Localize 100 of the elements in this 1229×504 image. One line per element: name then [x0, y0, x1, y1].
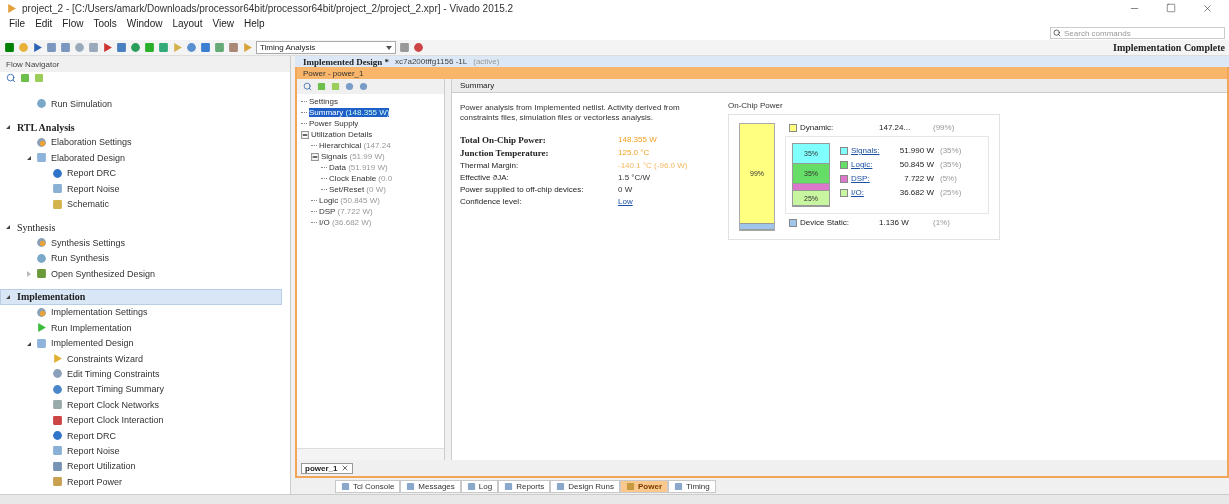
panel-tab[interactable]: Timing [668, 479, 716, 493]
nav-item[interactable]: Report Clock Interaction [67, 415, 164, 426]
nav-item[interactable]: Run Implementation [51, 322, 132, 333]
legend-link[interactable]: DSP: [851, 174, 870, 183]
panel-tab[interactable]: Log [460, 479, 499, 493]
toolbar-icon [130, 42, 141, 53]
collapse-icon[interactable] [5, 224, 11, 231]
panel-tab[interactable]: Reports [498, 479, 551, 493]
nav-item[interactable]: Report Noise [67, 445, 120, 456]
tree-item[interactable]: Power Supply [309, 119, 359, 128]
toolbar-icon [214, 42, 225, 53]
nav-group[interactable]: Implementation [0, 289, 282, 305]
field-label: Total On-Chip Power: [460, 135, 547, 145]
collapse-icon[interactable] [5, 124, 11, 131]
panel-tab[interactable]: Messages [400, 479, 461, 493]
tab-icon [406, 481, 416, 491]
nav-item[interactable]: Elaboration Settings [51, 137, 132, 148]
tree-item[interactable]: DSP (7.722 W) [319, 207, 373, 216]
layout-dropdown[interactable]: Timing Analysis [256, 41, 396, 54]
tree-item[interactable]: Data (51.919 W) [329, 163, 388, 172]
nav-item[interactable]: Constraints Wizard [67, 353, 144, 364]
search-icon[interactable] [303, 82, 312, 91]
nav-item[interactable]: Schematic [67, 199, 110, 210]
nav-item[interactable]: Report Clock Networks [67, 399, 160, 410]
toolbar-icon [88, 42, 99, 53]
nav-item[interactable]: Report Noise [67, 183, 120, 194]
menu-item[interactable]: Flow [57, 16, 89, 31]
menu-item[interactable]: File [4, 16, 31, 31]
tree-item[interactable]: Settings [309, 97, 338, 106]
tab-icon [556, 481, 566, 491]
maximize-icon[interactable] [1166, 3, 1176, 13]
legend-link[interactable]: Signals: [851, 146, 880, 155]
status-text: Implementation Complete [1113, 42, 1225, 53]
nav-item[interactable]: Implementation Settings [51, 307, 148, 318]
legend-percent: (1%) [933, 218, 951, 227]
tab-icon [674, 481, 684, 491]
toolbar-icon [399, 42, 410, 53]
search-field[interactable]: Search commands [1050, 27, 1225, 39]
tab-icon [626, 481, 635, 491]
tree-item[interactable]: Utilization Details [311, 130, 373, 139]
toolbar-icon [200, 42, 211, 53]
nav-item[interactable]: Report DRC [67, 430, 116, 441]
tree-item[interactable]: Clock Enable (0.0 [329, 174, 393, 183]
tree-item[interactable]: Signals (51.99 W) [321, 152, 385, 161]
nav-group[interactable]: Synthesis [0, 219, 282, 236]
legend-link[interactable]: I/O: [851, 188, 864, 197]
collapse-icon[interactable] [5, 294, 11, 300]
logo-icon [6, 2, 17, 14]
tree-item[interactable]: Hierarchical (147.24 [319, 141, 391, 150]
search-icon [1053, 29, 1061, 37]
collapse-icon[interactable] [311, 152, 319, 161]
menu-item[interactable]: Window [121, 16, 168, 31]
nav-item[interactable]: Report Utilization [67, 461, 136, 472]
collapse-icon[interactable] [26, 340, 32, 347]
nav-item[interactable]: Open Synthesized Design [51, 268, 156, 279]
legend-link[interactable]: Logic: [851, 160, 873, 169]
legend-percent: (25%) [940, 188, 962, 197]
collapse-icon[interactable] [301, 130, 309, 139]
nav-item[interactable]: Report DRC [67, 168, 116, 179]
section-title: Summary [460, 81, 495, 90]
design-state: (active) [473, 57, 500, 66]
toolbar-icon [74, 42, 85, 53]
nav-item[interactable]: Edit Timing Constraints [67, 368, 160, 379]
tab-icon [341, 481, 350, 491]
nav-item[interactable]: Report Timing Summary [67, 384, 165, 395]
menu-item[interactable]: Help [238, 16, 270, 31]
panel-tab[interactable]: Tcl Console [335, 479, 401, 493]
play-icon [36, 322, 47, 334]
panel-tab[interactable]: Design Runs [550, 479, 620, 493]
menu-item[interactable]: View [207, 16, 239, 31]
tree-item[interactable]: Summary (148.355 W) [309, 108, 390, 117]
field-label: Effective ϑJA: [460, 173, 510, 182]
nav-item[interactable]: Synthesis Settings [51, 237, 126, 248]
field-value: 148.355 W [618, 135, 658, 145]
close-icon[interactable] [341, 464, 350, 472]
nav-item[interactable]: Implemented Design [51, 338, 134, 349]
panel-title: Flow Navigator [6, 59, 60, 69]
nav-item[interactable]: Run Synthesis [51, 253, 110, 264]
panel-tab[interactable]: Power [620, 479, 669, 493]
tree-item[interactable]: Logic (50.845 W) [319, 196, 380, 205]
close-icon[interactable] [1202, 2, 1213, 14]
menu-item[interactable]: Tools [88, 16, 122, 31]
legend-percent: (35%) [940, 160, 962, 169]
nav-group[interactable]: RTL Analysis [0, 119, 282, 135]
value-link[interactable]: Low [618, 197, 718, 206]
nav-item[interactable]: Run Simulation [51, 98, 113, 109]
tree-item[interactable]: Set/Reset (0 W) [329, 185, 386, 194]
tree-item[interactable]: I/O (36.682 W) [319, 218, 372, 227]
result-tab[interactable]: power_1 [301, 462, 354, 474]
field-label: Power supplied to off-chip devices: [460, 185, 585, 194]
search-icon[interactable] [6, 73, 16, 83]
design-title: Implemented Design * [303, 56, 389, 67]
nav-item[interactable]: Elaborated Design [51, 152, 126, 163]
menu-item[interactable]: Layout [167, 16, 208, 31]
nav-item[interactable]: Report Power [67, 476, 123, 487]
menu-item[interactable]: Edit [30, 16, 58, 31]
collapse-icon[interactable] [26, 155, 32, 162]
scrollbar[interactable] [297, 448, 444, 460]
toolbar-icon [186, 42, 197, 53]
toolbar-icon [32, 42, 43, 53]
